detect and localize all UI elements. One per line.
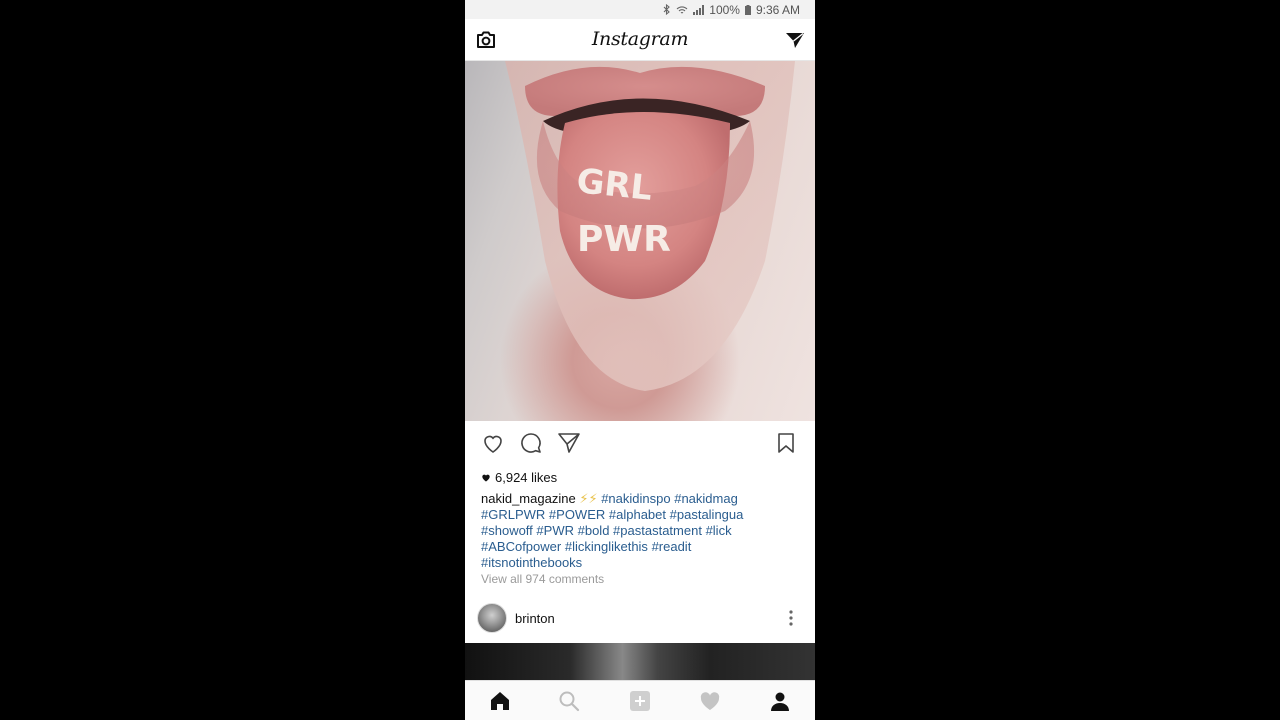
search-icon[interactable] (558, 690, 580, 712)
direct-send-icon[interactable] (785, 31, 805, 49)
signal-icon (693, 4, 705, 15)
hashtag[interactable]: #itsnotinthebooks (481, 555, 582, 570)
comment-icon[interactable] (519, 431, 543, 455)
phone-screen: 100% 9:36 AM Instagram GRL PWR 6,924 lik… (465, 0, 815, 720)
post-image[interactable]: GRL PWR (465, 61, 815, 421)
caption-username[interactable]: nakid_magazine (481, 491, 576, 506)
lightning-emoji: ⚡⚡ (579, 491, 598, 506)
status-bar: 100% 9:36 AM (465, 0, 815, 19)
profile-icon[interactable] (769, 690, 791, 712)
add-icon[interactable] (629, 690, 651, 712)
share-icon[interactable] (557, 431, 581, 455)
more-options-icon[interactable] (785, 608, 797, 628)
heart-icon[interactable] (699, 690, 721, 712)
hashtag[interactable]: #bold (578, 523, 610, 538)
next-post-image[interactable] (465, 643, 815, 680)
image-text-pwr: PWR (577, 219, 671, 260)
bookmark-icon[interactable] (774, 431, 798, 455)
hashtag[interactable]: #lickinglikethis (565, 539, 648, 554)
post-actions (465, 421, 815, 465)
hashtag[interactable]: #pastalingua (670, 507, 744, 522)
hashtag[interactable]: #nakidinspo (601, 491, 670, 506)
view-all-comments-link[interactable]: View all 974 comments (481, 572, 604, 586)
likes-count[interactable]: 6,924 likes (481, 470, 557, 485)
post-caption: nakid_magazine ⚡⚡ #nakidinspo #nakidmag … (481, 491, 799, 571)
post-photo-illustration: GRL PWR (505, 61, 795, 391)
hashtag[interactable]: #showoff (481, 523, 533, 538)
next-post-username[interactable]: brinton (515, 611, 555, 626)
hashtag[interactable]: #PWR (536, 523, 574, 538)
wifi-icon (676, 5, 688, 13)
hashtag[interactable]: #nakidmag (674, 491, 738, 506)
like-heart-icon[interactable] (481, 431, 505, 455)
hashtag[interactable]: #GRLPWR (481, 507, 545, 522)
home-icon[interactable] (489, 690, 511, 712)
bluetooth-icon (663, 4, 671, 15)
clock: 9:36 AM (755, 2, 800, 17)
small-heart-icon (482, 474, 490, 482)
image-text-grl: GRL (575, 161, 655, 209)
battery-icon (744, 4, 751, 15)
top-bar: Instagram (465, 19, 815, 61)
avatar[interactable] (477, 603, 507, 633)
hashtag[interactable]: #lick (706, 523, 732, 538)
hashtag[interactable]: #ABCofpower (481, 539, 561, 554)
instagram-logo[interactable]: Instagram (465, 28, 815, 50)
battery-percent: 100% (709, 2, 740, 17)
hashtag[interactable]: #POWER (549, 507, 605, 522)
next-post-header: brinton (465, 602, 815, 642)
bottom-tab-bar (465, 680, 815, 720)
likes-text: 6,924 likes (495, 470, 558, 485)
hashtag[interactable]: #readit (652, 539, 692, 554)
hashtag[interactable]: #alphabet (609, 507, 666, 522)
hashtag[interactable]: #pastastatment (613, 523, 702, 538)
